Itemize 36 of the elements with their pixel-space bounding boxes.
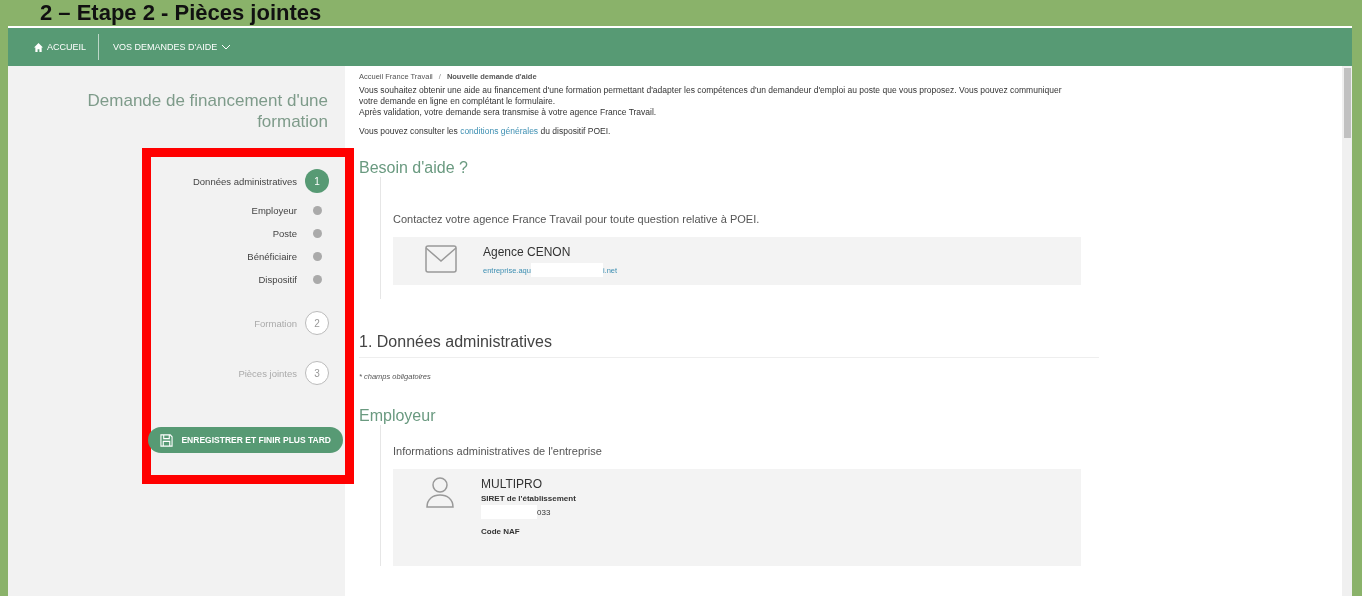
nav-link[interactable]: VOS DEMANDES D'AIDE [98,34,244,60]
employer-subtitle: Informations administratives de l'entreprise [393,445,603,457]
step-label: Données administratives [192,175,297,187]
substep-label: Dispositif [258,274,297,285]
conditions-link[interactable]: conditions générales [460,126,539,136]
scrollbar-thumb[interactable] [1343,68,1351,138]
intro-paragraph: Vous souhaitez obtenir une aide au financement d'une formation permettant d'adapter les compétences d'un demandeur d'emploi au poste que vous proposez. Vous pouvez communiquer votre demande en ligne en complétant le formulaire. Après validation, votre demande sera transmise à votre agence France Travail. [359,85,1063,118]
step-number[interactable]: 2 [305,311,329,335]
step-number[interactable]: 3 [305,361,329,385]
slide-title: 2 – Etape 2 - Pièces jointes [39,0,323,26]
step-dot [312,229,322,238]
step-dot [312,252,322,261]
step-dot [312,206,322,215]
sidebar-title: Demande de financement d'une formation [86,90,328,132]
section-heading: 1. Données administratives [359,333,1099,358]
step-dot [312,275,322,284]
help-text: Contactez votre agence France Travail pour toute question relative à POEI. [393,213,761,225]
home-icon [34,42,43,52]
siret-label: SIRET de l'établissement [481,494,576,503]
save-later-button[interactable]: ENREGISTRER ET FINIR PLUS TARD [148,427,343,453]
nav-link[interactable]: ACCUEIL [34,34,98,60]
person-icon [425,477,455,509]
step-label: Formation [254,317,297,329]
substep-label: Bénéficiaire [247,251,297,262]
substep-label: Poste [272,228,297,239]
chevron-down-icon [221,44,232,50]
employer-heading: Employeur [359,407,437,425]
company-name: MULTIPRO [481,477,544,491]
help-heading: Besoin d'aide ? [359,159,469,177]
envelope-icon [425,245,457,273]
naf-label: Code NAF [481,527,521,536]
step-number[interactable]: 1 [305,169,329,193]
step-label: Pièces jointes [238,367,297,379]
conditions-text: Vous pouvez consulter les conditions générales du dispositif POEI. [359,126,612,137]
agency-name: Agence CENON [483,245,572,259]
substep-label: Employeur [251,205,297,216]
